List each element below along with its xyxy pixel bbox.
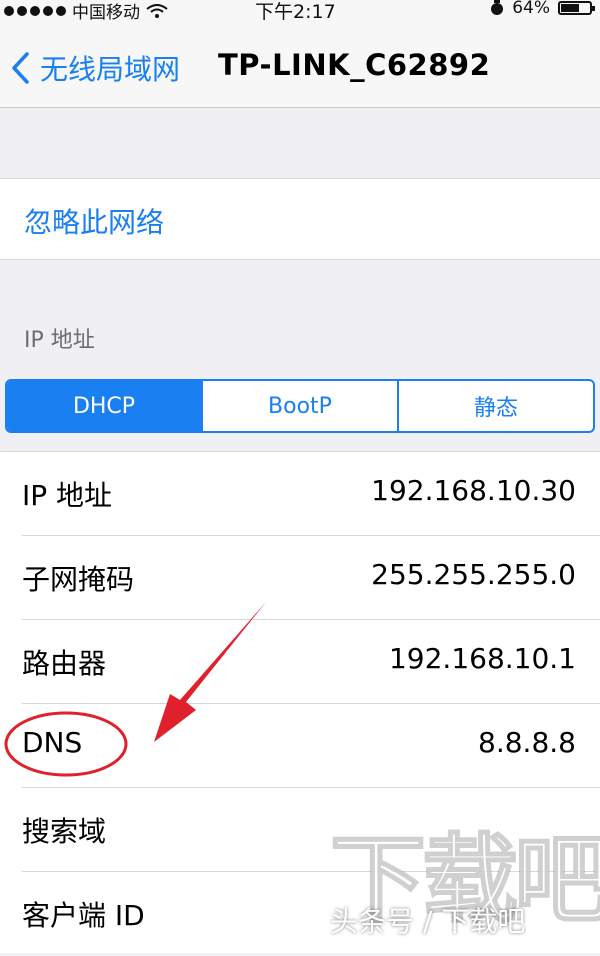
carrier-name: 中国移动 [72, 3, 140, 23]
row-value: 255.255.255.0 [371, 558, 576, 591]
status-right: 64% [490, 0, 595, 18]
segment-bootp[interactable]: BootP [201, 381, 397, 431]
forget-network-cell[interactable]: 忽略此网络 [0, 178, 600, 260]
back-button[interactable]: 无线局域网 [10, 48, 180, 88]
row-label: 子网掩码 [22, 563, 135, 596]
status-left: 中国移动 [4, 0, 168, 23]
row-value: 192.168.10.30 [371, 474, 576, 507]
status-bar: 中国移动 下午2:17 64% [0, 0, 600, 23]
row-label: DNS [22, 726, 83, 759]
battery-percent: 64% [512, 0, 550, 18]
watermark-caption: 头条号 / 下载吧 [330, 905, 526, 938]
row-label: IP 地址 [22, 479, 113, 512]
row-label: 搜索域 [22, 815, 107, 848]
back-button-label: 无线局域网 [40, 53, 181, 86]
ip-section-header: IP 地址 [24, 328, 95, 353]
wifi-icon [146, 3, 168, 18]
row-value: 8.8.8.8 [478, 726, 576, 759]
signal-strength-icon [4, 5, 66, 16]
status-time: 下午2:17 [255, 1, 336, 23]
segment-dhcp[interactable]: DHCP [7, 381, 201, 431]
row-ip-address[interactable]: IP 地址 192.168.10.30 [0, 452, 600, 536]
row-router[interactable]: 路由器 192.168.10.1 [0, 620, 600, 704]
row-label: 路由器 [22, 647, 107, 680]
row-label: 客户端 ID [22, 899, 145, 932]
chevron-left-icon [12, 52, 29, 84]
navigation-bar: 无线局域网 TP-LINK_C62892 [0, 22, 600, 108]
row-value: 192.168.10.1 [388, 642, 576, 675]
segment-static[interactable]: 静态 [397, 381, 593, 431]
alarm-lock-icon [491, 0, 504, 15]
forget-network-button[interactable]: 忽略此网络 [24, 201, 164, 241]
battery-fill [561, 4, 579, 12]
row-dns[interactable]: DNS 8.8.8.8 [0, 704, 600, 788]
row-subnet-mask[interactable]: 子网掩码 255.255.255.0 [0, 536, 600, 620]
page-title: TP-LINK_C62892 [218, 48, 491, 82]
battery-icon [558, 1, 595, 15]
ip-mode-segmented-control[interactable]: DHCP BootP 静态 [5, 379, 595, 433]
